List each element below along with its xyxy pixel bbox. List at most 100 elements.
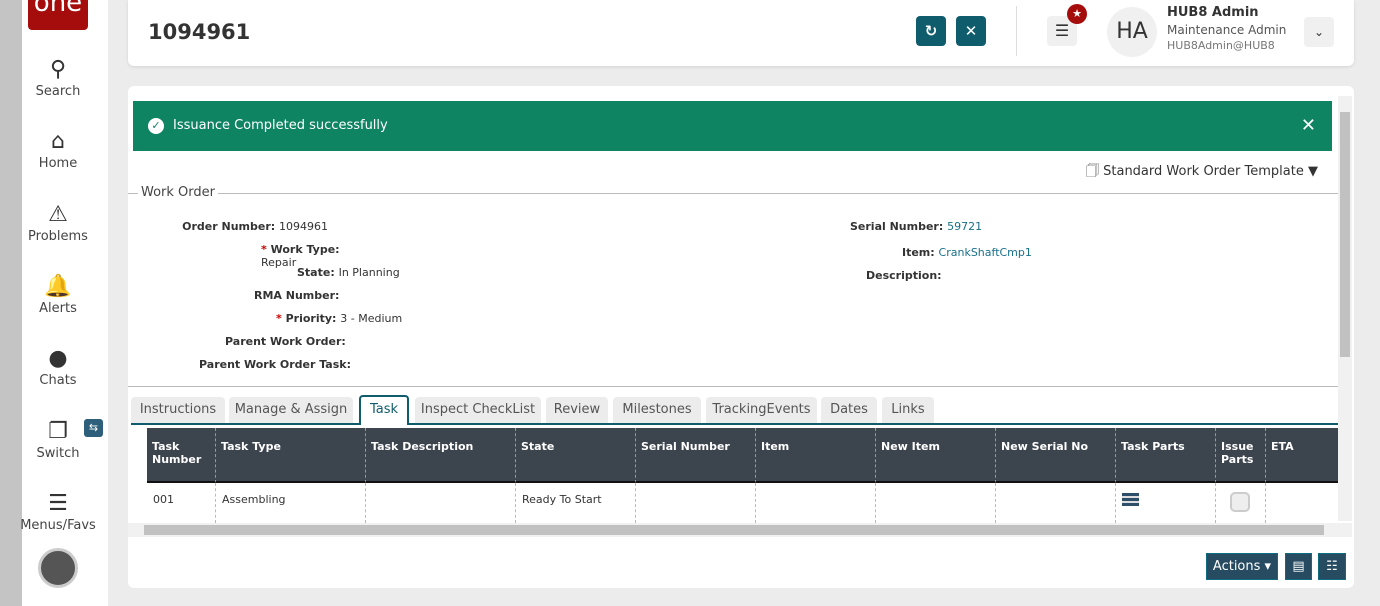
caret-down-icon: ▼ <box>1308 164 1318 179</box>
table-cell[interactable] <box>996 483 1116 523</box>
tab-bar: Instructions Manage & Assign Task Inspec… <box>131 395 1338 425</box>
column-header[interactable]: New Serial No <box>996 428 1116 483</box>
user-menu-button[interactable]: ⌄ <box>1304 17 1334 47</box>
alert-close-icon[interactable]: ✕ <box>1301 101 1316 151</box>
sidebar-item-search[interactable]: ⚲ Search <box>15 56 101 99</box>
sidebar-item-chats[interactable]: ● Chats <box>15 345 101 388</box>
column-header[interactable]: ETA <box>1266 428 1338 483</box>
table-cell[interactable]: Ready To Start <box>516 483 636 523</box>
tab-task[interactable]: Task <box>359 395 409 425</box>
tab-tracking-events[interactable]: TrackingEvents <box>706 397 817 423</box>
tab-inspect-checklist[interactable]: Inspect CheckList <box>415 397 541 423</box>
column-header[interactable]: Task Parts <box>1116 428 1216 483</box>
user-avatar[interactable]: HA <box>1107 7 1157 57</box>
horizontal-scrollbar[interactable] <box>128 523 1352 537</box>
table-cell[interactable]: 001 <box>147 483 216 523</box>
template-label: Standard Work Order Template <box>1103 164 1304 179</box>
field-label: Order Number: <box>182 220 276 233</box>
warning-icon: ⚠ <box>48 202 68 227</box>
table-cell[interactable] <box>756 483 876 523</box>
sidebar-item-alerts[interactable]: 🔔 Alerts <box>15 273 101 316</box>
parent-work-order-field: Parent Work Order: <box>225 335 346 348</box>
tab-milestones[interactable]: Milestones <box>613 397 701 423</box>
user-role: Maintenance Admin <box>1167 23 1287 37</box>
switch-badge-icon: ⇆ <box>84 419 103 437</box>
user-name: HUB8 Admin <box>1167 5 1259 20</box>
archive-icon: ▤ <box>1292 559 1305 574</box>
column-header[interactable]: State <box>516 428 636 483</box>
sidebar-label: Alerts <box>39 301 77 316</box>
vertical-scrollbar[interactable] <box>1338 96 1352 521</box>
app-logo[interactable]: one <box>28 0 88 30</box>
close-button[interactable]: ✕ <box>956 16 986 46</box>
field-label: Parent Work Order Task: <box>199 358 351 371</box>
column-header[interactable]: Task Number <box>147 428 216 483</box>
user-email: HUB8Admin@HUB8 <box>1167 39 1275 52</box>
item-field: Item: CrankShaftCmp1 <box>902 246 1032 259</box>
page-title: 1094961 <box>148 20 251 44</box>
serial-number-field: Serial Number: 59721 <box>850 220 982 233</box>
column-header[interactable]: Issue Parts <box>1216 428 1266 483</box>
table-cell[interactable] <box>876 483 996 523</box>
actions-button[interactable]: Actions ▾ <box>1206 553 1278 580</box>
tab-review[interactable]: Review <box>546 397 608 423</box>
required-marker: * <box>276 312 282 325</box>
sidebar-label: Chats <box>39 373 77 388</box>
sidebar-label: Home <box>38 156 78 171</box>
logo-text: one <box>33 0 83 18</box>
work-order-card: ✓ Issuance Completed successfully ✕ 🗍 St… <box>128 86 1354 588</box>
parent-work-order-task-field: Parent Work Order Task: <box>199 358 351 371</box>
field-value: Repair <box>261 256 297 269</box>
column-header[interactable]: Serial Number <box>636 428 756 483</box>
description-field: Description: <box>866 269 942 282</box>
star-icon: ★ <box>1067 4 1087 24</box>
work-order-fieldset: Work Order Order Number: 1094961 * Work … <box>128 185 1338 387</box>
sidebar-item-menus[interactable]: ☰ Menus/Favs <box>15 490 101 533</box>
issue-parts-checkbox[interactable] <box>1230 492 1250 512</box>
tab-dates[interactable]: Dates <box>821 397 877 423</box>
tab-manage-assign[interactable]: Manage & Assign <box>229 397 353 423</box>
table-cell[interactable] <box>636 483 756 523</box>
sidebar-item-problems[interactable]: ⚠ Problems <box>15 201 101 244</box>
table-cell[interactable] <box>1266 483 1338 523</box>
serial-number-link[interactable]: 59721 <box>947 220 982 233</box>
state-field: State: In Planning <box>297 266 400 279</box>
hamburger-icon: ☰ <box>1054 21 1070 40</box>
alert-message: Issuance Completed successfully <box>173 118 388 133</box>
chat-icon: ● <box>48 346 68 371</box>
task-parts-icon[interactable] <box>1122 493 1139 506</box>
column-header[interactable]: Item <box>756 428 876 483</box>
sidebar-item-home[interactable]: ⌂ Home <box>15 128 101 171</box>
table-cell[interactable] <box>1116 483 1216 523</box>
archive-button[interactable]: ▤ <box>1285 553 1312 580</box>
column-header[interactable]: Task Type <box>216 428 366 483</box>
column-header[interactable]: Task Description <box>366 428 516 483</box>
template-selector[interactable]: 🗍 Standard Work Order Template ▼ <box>1086 162 1318 184</box>
field-label: Description: <box>866 269 942 282</box>
field-value: 1094961 <box>279 220 328 233</box>
scrollbar-thumb[interactable] <box>144 525 1324 535</box>
assistant-avatar[interactable] <box>38 548 78 588</box>
scrollbar-thumb[interactable] <box>1340 112 1350 357</box>
required-marker: * <box>261 243 267 256</box>
table-cell[interactable]: Assembling <box>216 483 366 523</box>
divider <box>1016 6 1017 56</box>
close-icon: ✕ <box>964 22 978 40</box>
tab-instructions[interactable]: Instructions <box>131 397 225 423</box>
chevron-down-icon: ⌄ <box>1313 25 1325 39</box>
column-header[interactable]: New Item <box>876 428 996 483</box>
success-alert: ✓ Issuance Completed successfully ✕ <box>133 101 1332 151</box>
sidebar-label: Problems <box>28 229 88 244</box>
table-cell[interactable] <box>366 483 516 523</box>
refresh-button[interactable]: ↻ <box>916 16 946 46</box>
tab-links[interactable]: Links <box>882 397 934 423</box>
hierarchy-button[interactable]: ☷ <box>1318 553 1346 580</box>
menu-icon: ☰ <box>48 491 68 516</box>
field-value: In Planning <box>338 266 400 279</box>
priority-field: * Priority: 3 - Medium <box>276 312 402 325</box>
field-label: RMA Number: <box>254 289 340 302</box>
refresh-icon: ↻ <box>924 22 938 40</box>
order-number-field: Order Number: 1094961 <box>128 220 328 233</box>
sitemap-icon: ☷ <box>1326 559 1338 574</box>
item-link[interactable]: CrankShaftCmp1 <box>939 246 1032 259</box>
